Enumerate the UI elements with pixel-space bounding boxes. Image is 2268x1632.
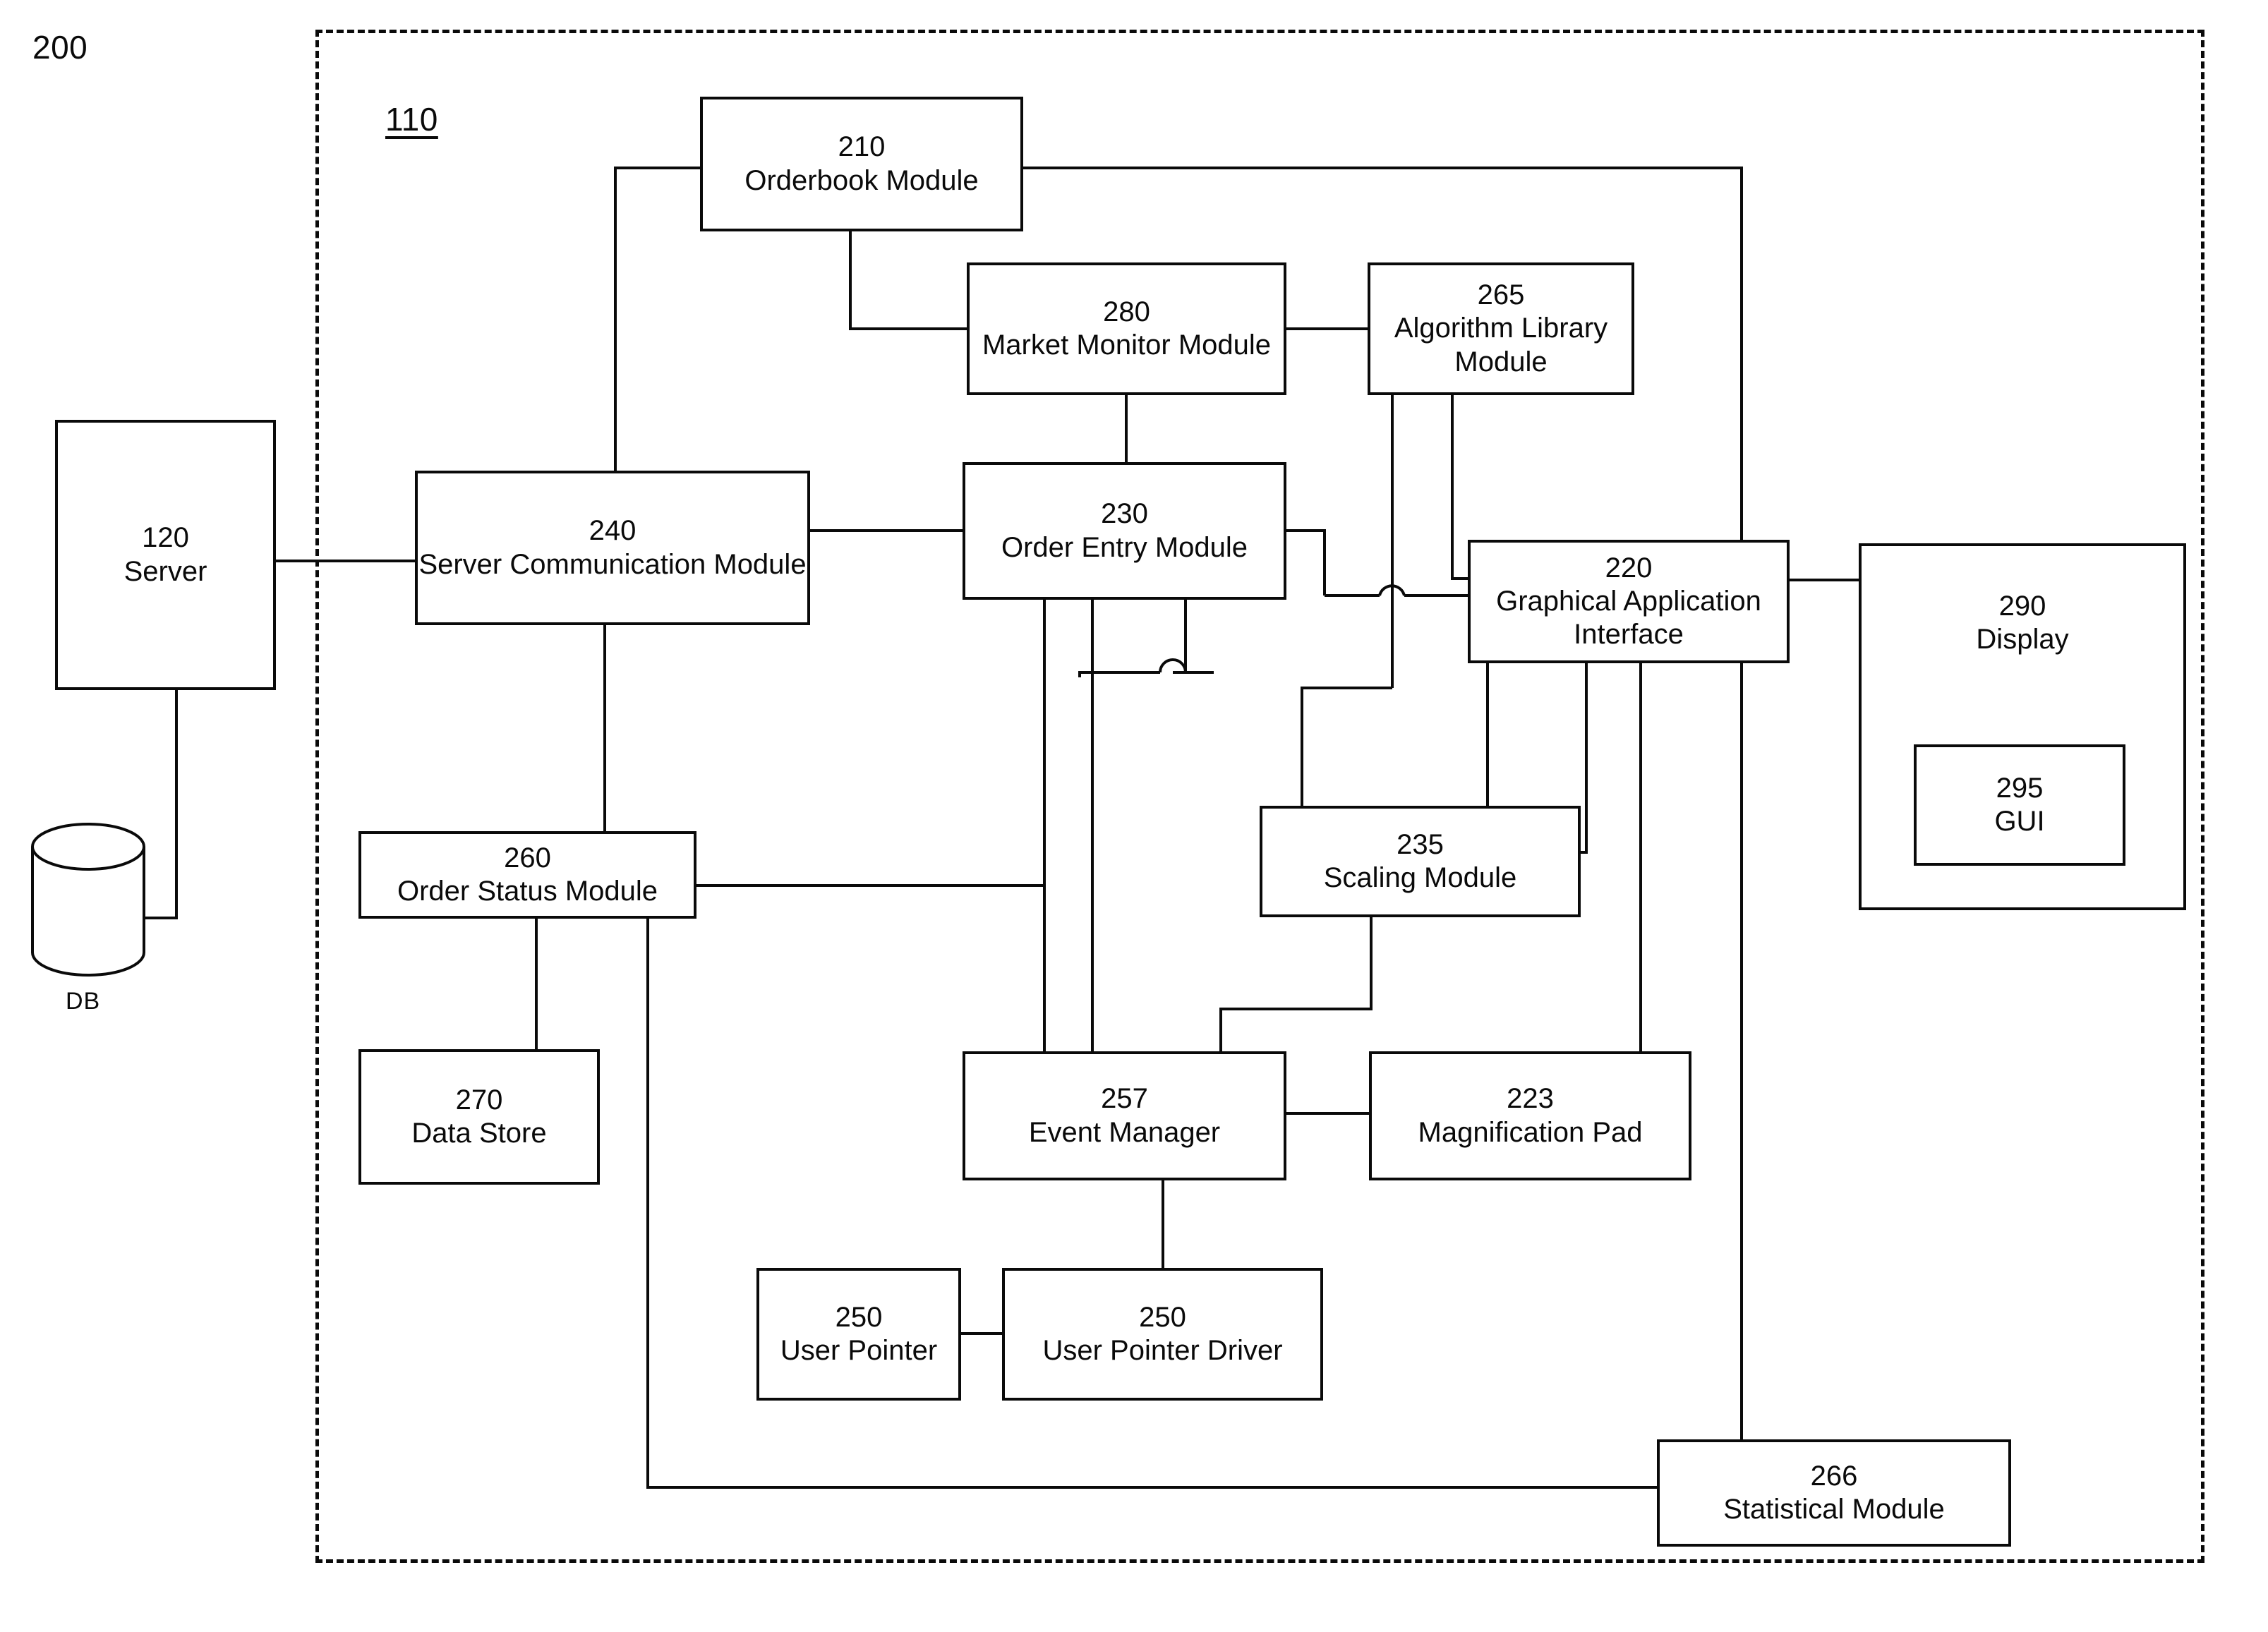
node-data-store-name: Data Store: [411, 1118, 547, 1149]
node-user-pointer[interactable]: 250 User Pointer: [756, 1268, 961, 1401]
database-cylinder-icon: [31, 823, 145, 977]
node-display-ref: 290: [1998, 591, 2046, 622]
node-event-manager[interactable]: 257 Event Manager: [963, 1051, 1286, 1180]
system-reference-label: 200: [32, 29, 88, 66]
node-algorithm-library-ref: 265: [1477, 279, 1525, 311]
node-pointer-driver-name: User Pointer Driver: [1042, 1335, 1283, 1366]
node-statistical-module[interactable]: 266 Statistical Module: [1657, 1439, 2011, 1547]
node-gui-name: GUI: [1994, 806, 2045, 837]
node-scaling-ref: 235: [1397, 828, 1444, 860]
node-order-entry-ref: 230: [1101, 498, 1148, 530]
node-statistical-ref: 266: [1810, 1460, 1858, 1492]
node-pointer-driver-ref: 250: [1139, 1301, 1186, 1333]
node-orderbook-ref: 210: [838, 131, 886, 163]
node-magnification-name: Magnification Pad: [1418, 1116, 1643, 1148]
node-gui-ref: 295: [1996, 772, 2044, 804]
node-orderbook-module[interactable]: 210 Orderbook Module: [700, 97, 1023, 231]
node-data-store-ref: 270: [455, 1084, 503, 1116]
node-server[interactable]: 120 Server: [55, 420, 276, 690]
node-scaling-name: Scaling Module: [1323, 862, 1517, 893]
node-order-status-module[interactable]: 260 Order Status Module: [358, 831, 696, 919]
node-order-entry-module[interactable]: 230 Order Entry Module: [963, 462, 1286, 600]
node-gai-name: Graphical Application Interface: [1496, 585, 1761, 651]
node-orderbook-name: Orderbook Module: [744, 164, 979, 196]
patent-figure-canvas: 200 110 120 Server DB 210 Orderbook Modu…: [0, 0, 2268, 1632]
client-reference-label: 110: [385, 101, 438, 138]
node-magnification-ref: 223: [1507, 1083, 1554, 1115]
node-statistical-name: Statistical Module: [1723, 1494, 1945, 1525]
node-user-pointer-name: User Pointer: [780, 1335, 938, 1366]
node-event-manager-name: Event Manager: [1028, 1116, 1221, 1148]
node-order-entry-name: Order Entry Module: [1001, 531, 1248, 563]
node-server-comm-ref: 240: [589, 515, 637, 547]
node-user-pointer-driver[interactable]: 250 User Pointer Driver: [1002, 1268, 1323, 1401]
node-order-status-name: Order Status Module: [397, 876, 658, 907]
node-server-communication-module[interactable]: 240 Server Communication Module: [415, 471, 810, 625]
node-order-status-ref: 260: [504, 842, 551, 874]
node-data-store[interactable]: 270 Data Store: [358, 1049, 600, 1185]
node-algorithm-library-name: Algorithm Library Module: [1394, 313, 1608, 377]
node-server-comm-name: Server Communication Module: [418, 548, 807, 580]
node-event-manager-ref: 257: [1101, 1083, 1148, 1115]
node-display-name: Display: [1976, 624, 2069, 655]
node-server-name: Server: [123, 555, 207, 587]
node-market-monitor-module[interactable]: 280 Market Monitor Module: [967, 262, 1286, 395]
node-magnification-pad[interactable]: 223 Magnification Pad: [1369, 1051, 1691, 1180]
node-market-monitor-name: Market Monitor Module: [982, 330, 1272, 361]
node-user-pointer-ref: 250: [835, 1301, 883, 1333]
wire-db-to-server: [144, 690, 178, 919]
node-gai-ref: 220: [1605, 552, 1653, 584]
node-market-monitor-ref: 280: [1103, 296, 1150, 327]
node-gui[interactable]: 295 GUI: [1914, 744, 2125, 866]
database-label: DB: [66, 988, 101, 1015]
node-graphical-application-interface[interactable]: 220 Graphical Application Interface: [1468, 540, 1790, 663]
node-algorithm-library-module[interactable]: 265 Algorithm Library Module: [1368, 262, 1634, 395]
node-server-ref: 120: [142, 522, 189, 554]
node-scaling-module[interactable]: 235 Scaling Module: [1260, 806, 1581, 917]
